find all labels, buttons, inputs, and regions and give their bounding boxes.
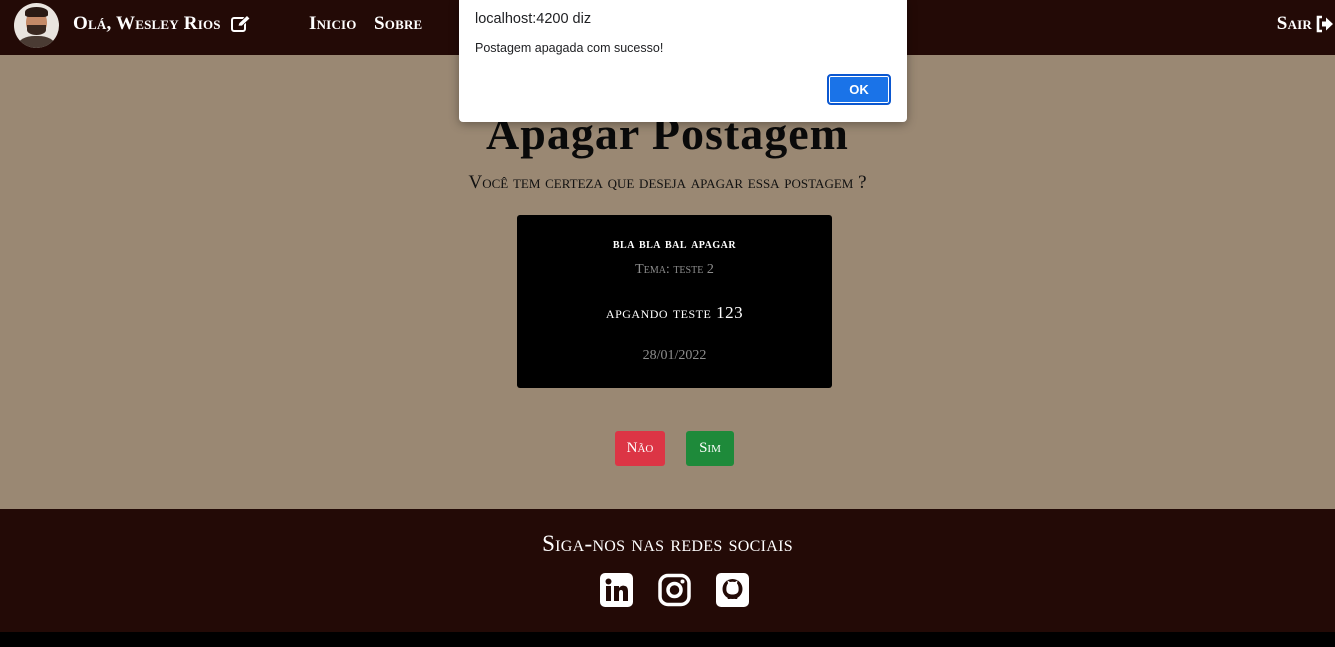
github-icon[interactable]	[716, 573, 749, 607]
logout-icon[interactable]	[1316, 15, 1334, 33]
footer-title: Siga-nos nas redes sociais	[542, 531, 793, 556]
post-text: apgando teste 123	[605, 303, 744, 322]
post-theme: Tema: teste 2	[635, 262, 714, 277]
linkedin-icon[interactable]	[600, 573, 633, 607]
post-date: 28/01/2022	[642, 348, 707, 363]
post-card: bla bla bal apagar Tema: teste 2 apgando…	[517, 215, 832, 388]
confirm-question: Você tem certeza que deseja apagar essa …	[468, 172, 867, 193]
dialog-message: Postagem apagada com sucesso!	[475, 41, 664, 55]
logout-link[interactable]: Sair	[1277, 13, 1312, 35]
no-button[interactable]: Não	[615, 431, 665, 466]
bottom-strip	[0, 632, 1335, 647]
post-title: bla bla bal apagar	[612, 237, 737, 252]
user-greeting: Olá, Wesley Rios	[73, 13, 221, 34]
user-avatar[interactable]	[14, 3, 59, 48]
nav-link-inicio[interactable]: Inicio	[309, 13, 357, 35]
dialog-origin: localhost:4200 diz	[475, 11, 592, 27]
dialog-ok-button[interactable]: OK	[827, 74, 891, 105]
footer: Siga-nos nas redes sociais	[0, 509, 1335, 632]
instagram-icon[interactable]	[658, 573, 691, 607]
edit-icon[interactable]	[231, 15, 251, 33]
nav-link-sobre[interactable]: Sobre	[374, 13, 422, 35]
alert-dialog: localhost:4200 diz Postagem apagada com …	[459, 0, 907, 122]
yes-button[interactable]: Sim	[686, 431, 734, 466]
